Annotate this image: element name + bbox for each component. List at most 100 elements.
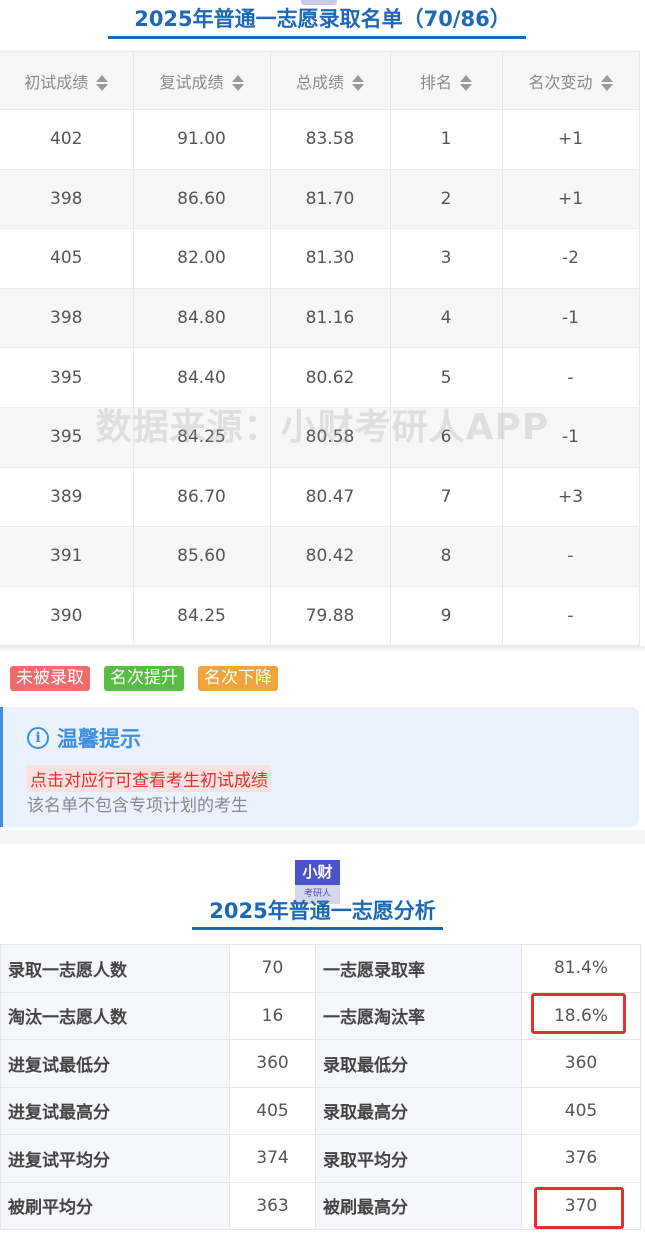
table-row[interactable]: 402 91.00 83.58 1 +1 — [0, 109, 640, 170]
tip-hint-click-row: 点击对应行可查看考生初试成绩 — [27, 765, 271, 792]
cell-initial-score: 391 — [0, 526, 134, 587]
stat-label: 录取最高分 — [315, 1086, 522, 1135]
cell-retest-score: 84.80 — [133, 288, 271, 349]
tip-title: 温馨提示 — [57, 727, 141, 751]
tip-box: i 温馨提示 点击对应行可查看考生初试成绩 该名单不包含专项计划的考生 — [0, 707, 639, 827]
stat-value: 363 — [229, 1181, 316, 1230]
cell-rank: 3 — [390, 228, 503, 289]
cell-initial-score: 405 — [0, 228, 134, 289]
legend-rank-down: 名次下降 — [198, 666, 278, 691]
col-retest-score[interactable]: 复试成绩 — [133, 51, 271, 110]
cell-rank: 6 — [390, 407, 503, 468]
legend: 未被录取 名次提升 名次下降 — [10, 666, 278, 691]
col-initial-label: 初试成绩 — [24, 72, 89, 92]
cell-rank-change: +1 — [502, 109, 640, 170]
cell-initial-score: 398 — [0, 169, 134, 230]
cell-rank-change: - — [502, 586, 640, 647]
cell-total-score: 83.58 — [270, 109, 391, 170]
cell-initial-score: 398 — [0, 288, 134, 349]
cell-retest-score: 82.00 — [133, 228, 271, 289]
col-rank-change[interactable]: 名次变动 — [502, 51, 640, 110]
analysis-table: 录取一志愿人数 70 一志愿录取率 81.4% 淘汰一志愿人数 16 一志愿淘汰率 18.6%… — [0, 944, 641, 1230]
info-icon: i — [27, 727, 49, 749]
stat-value: 16 — [229, 991, 316, 1040]
analysis-title: 2025年普通一志愿分析 — [209, 899, 436, 923]
col-rank-label: 排名 — [419, 72, 452, 92]
sort-icon[interactable] — [600, 74, 613, 92]
stat-label: 录取平均分 — [315, 1134, 522, 1183]
col-rank[interactable]: 排名 — [390, 51, 503, 110]
cell-rank-change: -1 — [502, 288, 640, 349]
cell-rank: 1 — [390, 109, 503, 170]
analysis-row: 进复试平均分 374 录取平均分 376 — [0, 1134, 641, 1183]
stat-value: 370 — [521, 1181, 641, 1230]
stat-label: 录取最低分 — [315, 1039, 522, 1088]
analysis-row: 被刷平均分 363 被刷最高分 370 — [0, 1181, 641, 1230]
stat-label: 录取一志愿人数 — [0, 944, 230, 993]
cell-retest-score: 85.60 — [133, 526, 271, 587]
cell-total-score: 80.42 — [270, 526, 391, 587]
sort-icon[interactable] — [96, 74, 109, 92]
cell-retest-score: 86.60 — [133, 169, 271, 230]
analysis-row: 淘汰一志愿人数 16 一志愿淘汰率 18.6% — [0, 991, 641, 1040]
col-retest-label: 复试成绩 — [159, 72, 224, 92]
cell-total-score: 81.16 — [270, 288, 391, 349]
table-row[interactable]: 391 85.60 80.42 8- — [0, 526, 640, 587]
cell-total-score: 80.62 — [270, 347, 391, 408]
cell-total-score: 80.47 — [270, 467, 391, 528]
cell-rank-change: +3 — [502, 467, 640, 528]
cell-initial-score: 395 — [0, 407, 134, 468]
table-row[interactable]: 395 84.40 80.62 5- — [0, 347, 640, 408]
stat-label: 被刷最高分 — [315, 1181, 522, 1230]
sort-icon[interactable] — [231, 74, 244, 92]
title-underline — [108, 36, 526, 39]
stat-label: 一志愿淘汰率 — [315, 991, 522, 1040]
stat-value: 81.4% — [521, 944, 641, 993]
cell-total-score: 80.58 — [270, 407, 391, 468]
stat-label: 进复试最高分 — [0, 1086, 230, 1135]
cell-retest-score: 91.00 — [133, 109, 271, 170]
col-initial-score[interactable]: 初试成绩 — [0, 51, 134, 110]
cell-initial-score: 390 — [0, 586, 134, 647]
sort-icon[interactable] — [352, 74, 364, 92]
page-title: 2025年普通一志愿录取名单（70/86） — [134, 7, 511, 31]
table-row[interactable]: 398 86.60 81.70 2 +1 — [0, 169, 640, 230]
tip-header: i 温馨提示 — [27, 723, 141, 753]
col-total-label: 总成绩 — [295, 72, 344, 92]
analysis-row: 进复试最低分 360 录取最低分 360 — [0, 1039, 641, 1088]
ranking-table: 初试成绩 复试成绩 总成绩 排名 名次变动 402 91.00 83.58 1 +1 39… — [0, 51, 640, 647]
stat-value: 405 — [521, 1086, 641, 1135]
cell-rank: 2 — [390, 169, 503, 230]
table-row[interactable]: 390 84.25 79.88 9- — [0, 586, 640, 647]
stat-value: 405 — [229, 1086, 316, 1135]
cell-total-score: 81.30 — [270, 228, 391, 289]
stat-value: 376 — [521, 1134, 641, 1183]
cell-retest-score: 84.25 — [133, 407, 271, 468]
cell-rank-change: +1 — [502, 169, 640, 230]
cell-rank-change: -1 — [502, 407, 640, 468]
legend-not-admitted: 未被录取 — [10, 666, 90, 691]
cell-rank: 5 — [390, 347, 503, 408]
cell-rank-change: - — [502, 347, 640, 408]
brand-logo-top: 小财 — [295, 860, 340, 885]
sort-icon[interactable] — [460, 74, 472, 92]
cell-retest-score: 84.40 — [133, 347, 271, 408]
table-row[interactable]: 398 84.80 81.16 4 -1 — [0, 288, 640, 349]
analysis-title-underline — [192, 927, 443, 930]
stat-value: 374 — [229, 1134, 316, 1183]
legend-rank-up: 名次提升 — [104, 666, 184, 691]
cell-rank: 8 — [390, 526, 503, 587]
table-row[interactable]: 395 84.25 80.58 6 -1 — [0, 407, 640, 468]
cell-rank-change: -2 — [502, 228, 640, 289]
table-row[interactable]: 389 86.70 80.47 7 +3 — [0, 467, 640, 528]
cell-rank: 4 — [390, 288, 503, 349]
table-row[interactable]: 405 82.00 81.30 3 -2 — [0, 228, 640, 289]
stat-label: 淘汰一志愿人数 — [0, 991, 230, 1040]
cell-total-score: 79.88 — [270, 586, 391, 647]
col-total-score[interactable]: 总成绩 — [270, 51, 391, 110]
analysis-row: 进复试最高分 405 录取最高分 405 — [0, 1086, 641, 1135]
col-change-label: 名次变动 — [528, 72, 593, 92]
cell-initial-score: 402 — [0, 109, 134, 170]
stat-label: 一志愿录取率 — [315, 944, 522, 993]
stat-value: 360 — [521, 1039, 641, 1088]
